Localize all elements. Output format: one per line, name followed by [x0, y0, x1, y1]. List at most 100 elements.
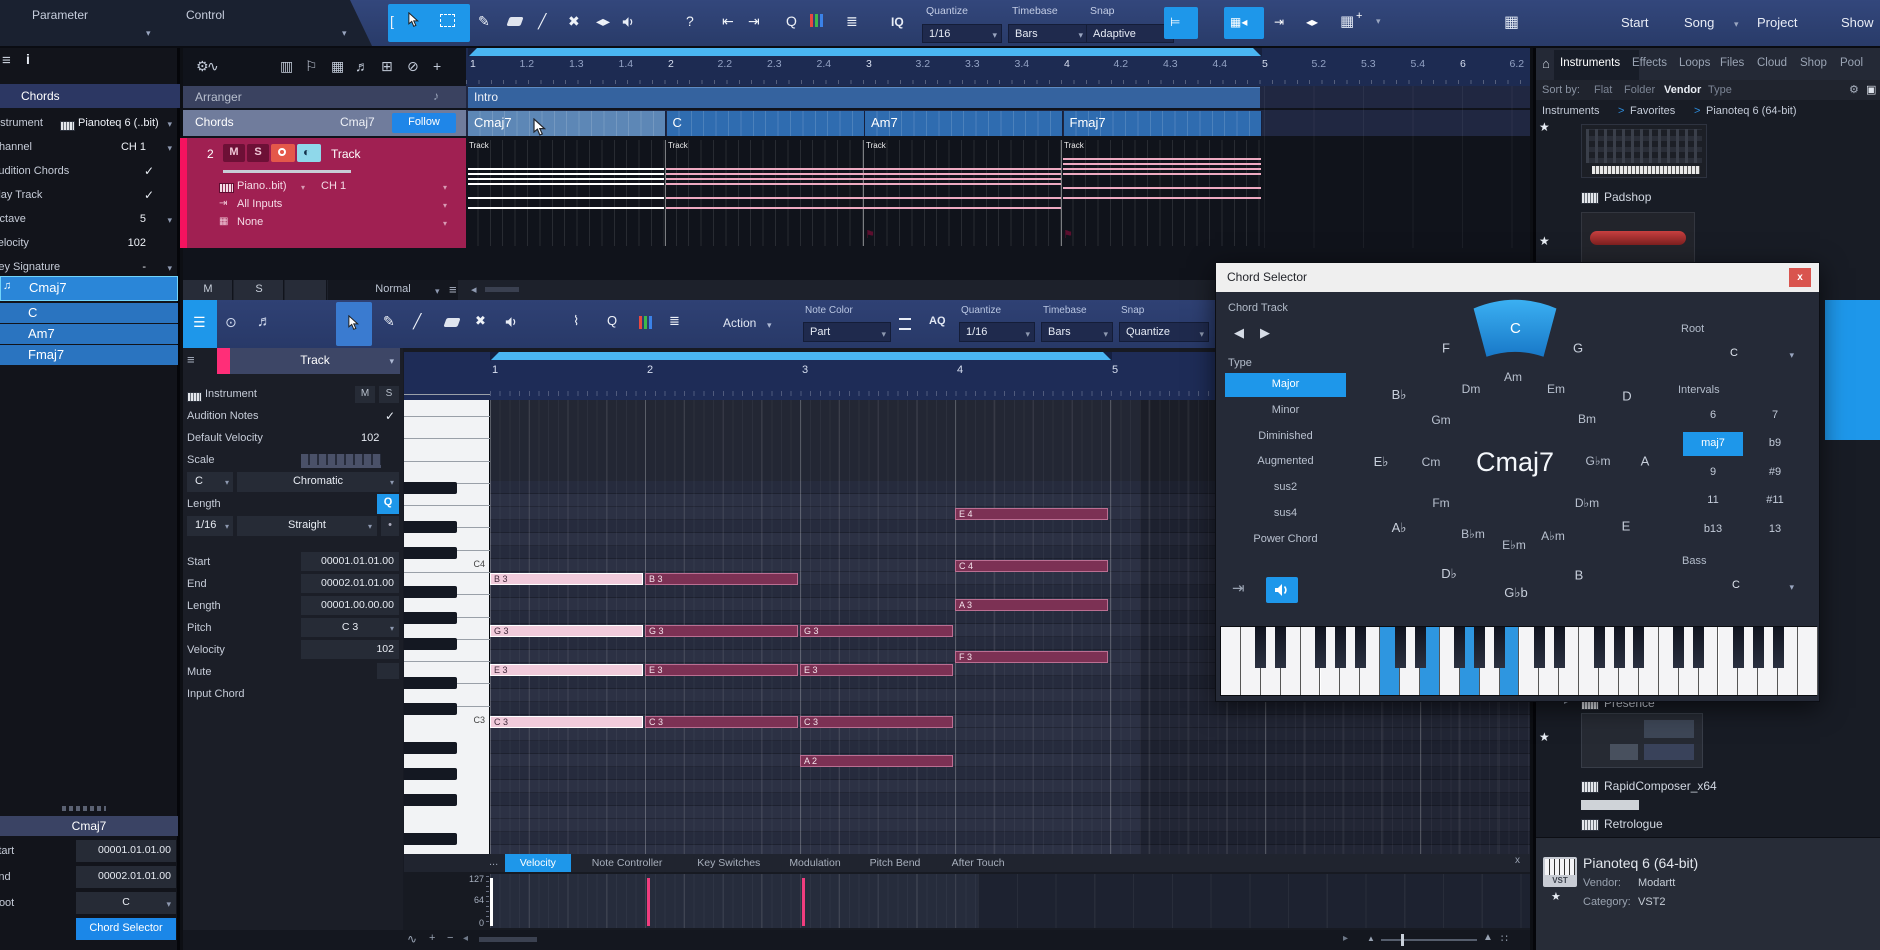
h-scrollbar[interactable]: [485, 287, 519, 292]
browser-item-label[interactable]: RapidComposer_x64: [1604, 779, 1717, 793]
circle-chord-major[interactable]: G: [1573, 341, 1583, 356]
bass-select[interactable]: C ▾: [1668, 575, 1800, 597]
bend-left-icon[interactable]: ⇤: [722, 13, 734, 30]
piano-black-key[interactable]: [1354, 627, 1366, 668]
paint-tool-icon[interactable]: ✎: [478, 13, 490, 30]
midi-note[interactable]: G 3: [490, 625, 643, 637]
circle-chord-minor[interactable]: D♭m: [1575, 496, 1599, 510]
follow-button[interactable]: Follow: [392, 113, 456, 133]
list-icon[interactable]: ≡: [449, 282, 457, 297]
arrow-tool-button[interactable]: [336, 302, 372, 346]
swing-button[interactable]: •: [381, 516, 399, 536]
piano-black-key[interactable]: [1255, 627, 1267, 668]
inspector-value-box[interactable]: 00001.00.00.00: [301, 596, 399, 615]
zoom-slider[interactable]: [1381, 939, 1477, 941]
add-track-icon[interactable]: +: [433, 58, 441, 74]
add-track-button[interactable]: ▦ + ▾: [1340, 10, 1398, 36]
interval-option[interactable]: #11: [1745, 489, 1805, 513]
piano-black-key[interactable]: [1474, 627, 1486, 668]
marker-flag-icon[interactable]: ⚐: [305, 58, 318, 75]
favorite-star-icon[interactable]: ★: [1539, 120, 1550, 134]
part-mute-button[interactable]: M: [183, 280, 233, 300]
panel-drag-handle[interactable]: [62, 806, 106, 811]
inspector-value[interactable]: 102: [361, 432, 379, 444]
grid-icon[interactable]: ▦: [331, 58, 344, 75]
h-scrollbar[interactable]: [479, 937, 537, 942]
chevron-down-icon[interactable]: ▾: [435, 286, 440, 297]
midi-note[interactable]: E 3: [800, 664, 953, 676]
interval-option[interactable]: 9: [1683, 461, 1743, 485]
mute-tool-icon[interactable]: ✖: [568, 13, 580, 30]
list-icon[interactable]: ≡: [187, 352, 195, 367]
midi-note[interactable]: C 3: [800, 716, 953, 728]
line-tool-icon[interactable]: ╱: [538, 13, 546, 30]
chord-list-item[interactable]: ♫ Cmaj7: [0, 276, 178, 301]
track-volume-slider[interactable]: [223, 170, 351, 173]
midi-note[interactable]: E 3: [490, 664, 643, 676]
browser-tab-cloud[interactable]: Cloud: [1757, 57, 1787, 69]
browser-tab-loops[interactable]: Loops: [1679, 57, 1710, 69]
groove-bars-icon[interactable]: [639, 316, 652, 329]
spacer-button[interactable]: [285, 280, 327, 300]
circle-chord-major[interactable]: G♭b: [1504, 585, 1527, 601]
circle-chord-minor[interactable]: Em: [1547, 382, 1565, 396]
circle-chord-minor[interactable]: B♭m: [1461, 527, 1485, 541]
black-key[interactable]: [404, 767, 457, 780]
black-key[interactable]: [404, 637, 457, 650]
chevron-down-icon[interactable]: ▾: [167, 263, 172, 274]
track-input-row[interactable]: ⇥ All Inputs ▾: [219, 196, 459, 214]
control-menu[interactable]: Control: [186, 8, 225, 22]
piano-black-key[interactable]: [1553, 627, 1565, 668]
quantize-select[interactable]: 1/16 ▾: [922, 24, 1002, 43]
chord-block[interactable]: Fmaj7: [1063, 111, 1262, 136]
root-select[interactable]: C ▾: [1668, 343, 1800, 365]
timebase-select[interactable]: Bars ▾: [1008, 24, 1088, 43]
browser-tab-files[interactable]: Files: [1720, 57, 1744, 69]
input-value[interactable]: All Inputs: [237, 198, 282, 210]
piano-black-key[interactable]: [1693, 627, 1705, 668]
inst-mute-button[interactable]: M: [355, 386, 375, 403]
chord-list-item[interactable]: C: [0, 303, 178, 323]
piano-black-key[interactable]: [1673, 627, 1685, 668]
circle-chord-major[interactable]: A♭: [1392, 520, 1407, 536]
piano-black-key[interactable]: [1533, 627, 1545, 668]
arrange-ruler[interactable]: 1 1.2 1.3 1.4 2 2.2 2.3 2.4 3 3.2 3.3 3.4 4 4.2 4.3 4.4…: [466, 48, 1530, 86]
inspector-dropdown[interactable]: 1/16 ▾: [187, 516, 233, 536]
eraser-tool-icon[interactable]: [506, 17, 524, 26]
circle-chord-major[interactable]: F: [1442, 341, 1450, 356]
inspector-track-select[interactable]: Track ▾: [230, 348, 400, 374]
circle-chord-minor[interactable]: Am: [1504, 370, 1522, 384]
breadcrumb-item[interactable]: Favorites: [1630, 105, 1675, 117]
scroll-right-icon[interactable]: ▸: [1343, 933, 1348, 944]
circle-chord-minor[interactable]: Gm: [1431, 413, 1450, 427]
midi-part[interactable]: Track Track Track Track ⚑ ⚑: [466, 140, 1264, 246]
info-icon[interactable]: i: [26, 51, 30, 67]
part-range-bar[interactable]: [490, 352, 1112, 360]
inspector-dropdown[interactable]: Straight ▾: [237, 516, 377, 536]
chord-block[interactable]: Cmaj7: [468, 111, 666, 136]
circle-chord-major[interactable]: D: [1622, 389, 1631, 404]
zoom-small-icon[interactable]: ▲: [1367, 934, 1375, 943]
scale-keys-graphic[interactable]: [301, 454, 381, 468]
instrument-thumbnail[interactable]: [1581, 212, 1695, 264]
black-key[interactable]: [404, 832, 457, 845]
track-solo-button[interactable]: S: [247, 144, 269, 162]
chord-keyboard[interactable]: [1220, 626, 1818, 696]
piano-black-key[interactable]: [1593, 627, 1605, 668]
browser-item-label[interactable]: Retrologue: [1604, 817, 1663, 831]
instrument-thumbnail[interactable]: [1581, 124, 1707, 178]
parameter-menu[interactable]: Parameter: [32, 8, 88, 22]
hamburger-icon[interactable]: ≡: [2, 52, 11, 69]
layout-icon[interactable]: ▣: [1866, 83, 1876, 96]
range-tool-icon[interactable]: [: [390, 13, 394, 29]
circle-chord-minor[interactable]: E♭m: [1502, 538, 1526, 552]
split-tool-icon[interactable]: ◂▸: [596, 13, 610, 30]
circle-chord-minor[interactable]: Dm: [1462, 382, 1481, 396]
velocity-lane[interactable]: 127 64 0: [404, 872, 1530, 930]
zoom-slider-thumb[interactable]: [1401, 934, 1404, 946]
scroll-left-icon[interactable]: ◂: [463, 933, 468, 944]
track-scroll-button[interactable]: ▦◂: [1224, 7, 1264, 39]
help-icon[interactable]: ?: [686, 13, 694, 29]
chevron-down-icon[interactable]: ▾: [167, 215, 172, 226]
loop-icon[interactable]: ⊘: [407, 58, 419, 75]
